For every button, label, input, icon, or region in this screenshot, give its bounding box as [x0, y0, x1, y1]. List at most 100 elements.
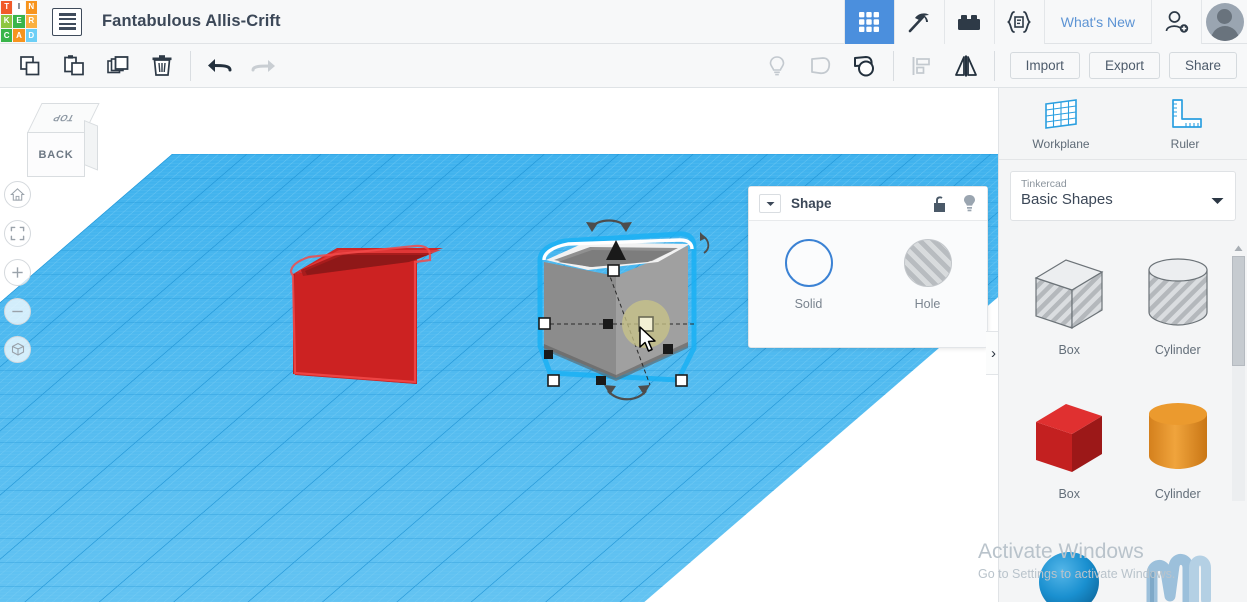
shape-label: Cylinder [1154, 343, 1201, 357]
scribble-glyph [1146, 554, 1211, 602]
logo-tile-r: R [25, 14, 37, 29]
shape-panel-title: Shape [791, 196, 832, 211]
chevron-down-icon[interactable] [759, 194, 781, 213]
paste-icon[interactable] [52, 44, 96, 88]
import-button[interactable]: Import [1009, 52, 1080, 79]
workplane-tool[interactable]: Workplane [999, 88, 1123, 159]
avatar-container[interactable] [1201, 0, 1247, 44]
zoom-out-icon[interactable] [4, 298, 31, 325]
add-person-icon[interactable] [1151, 0, 1201, 44]
workplane-label: Workplane [1032, 137, 1090, 151]
logo-tile-d: D [25, 29, 37, 43]
mirror-icon[interactable] [944, 44, 988, 88]
mirror-glyph [954, 55, 977, 76]
undo-icon[interactable] [197, 44, 241, 88]
group-icon[interactable] [799, 44, 843, 88]
tinkercad-app: T I N K E R C A D Fantabulous Allis-Crif… [0, 0, 1247, 602]
shape-library-select[interactable]: Tinkercad Basic Shapes [1010, 171, 1236, 221]
view-cube-front-label: BACK [38, 148, 74, 161]
lightbulb-icon[interactable] [962, 194, 977, 213]
ruler-tool[interactable]: Ruler [1123, 88, 1247, 159]
shape-box-hole[interactable]: Box [1015, 244, 1124, 372]
whats-new-link[interactable]: What's New [1043, 0, 1151, 44]
plus-glyph [12, 267, 23, 278]
paste-glyph [64, 54, 84, 75]
logo-tile-a: A [13, 29, 25, 43]
view-cube-top-label: TOP [50, 113, 76, 123]
selection-gizmo[interactable] [520, 213, 730, 408]
hole-label: Hole [914, 297, 941, 311]
ungroup-icon[interactable] [843, 44, 887, 88]
lightbulb-glyph [769, 55, 784, 75]
toolbar-divider [190, 50, 191, 81]
orthographic-toggle-icon[interactable] [4, 336, 31, 363]
lego-brick-icon[interactable] [943, 0, 994, 44]
toolbar-divider-2 [892, 50, 894, 81]
shape-label: Cylinder [1154, 487, 1201, 501]
shape-sphere[interactable]: Sphere [1015, 532, 1124, 602]
box-hatched-thumb [1015, 252, 1124, 336]
view-cube[interactable]: TOP BACK [20, 103, 100, 178]
chevron-down-glyph [1211, 198, 1224, 204]
shape-cylinder-orange[interactable]: Cylinder [1124, 388, 1233, 516]
shape-properties-panel: Shape Solid Hole [748, 186, 988, 348]
solid-swatch [784, 239, 833, 287]
duplicate-icon[interactable] [96, 44, 140, 88]
scroll-up-arrow-icon[interactable] [1232, 242, 1245, 254]
hole-option[interactable]: Hole [883, 239, 973, 311]
minus-glyph [12, 310, 23, 313]
pickaxe-icon[interactable] [893, 0, 944, 44]
copy-glyph [20, 55, 40, 75]
shape-label: Box [1058, 343, 1081, 357]
lego-brick-glyph [958, 14, 981, 30]
view-cube-side-face[interactable] [84, 120, 98, 171]
scrollbar-thumb[interactable] [1232, 256, 1245, 366]
cylinder-orange-thumb [1124, 396, 1233, 480]
box-red-glyph [1036, 404, 1103, 472]
lightbulb-icon[interactable] [755, 44, 799, 88]
duplicate-glyph [107, 55, 129, 73]
redo-glyph [251, 59, 275, 72]
workplane-grid-icon [1045, 99, 1077, 129]
sidebar-tools: Workplane Ruler [999, 88, 1247, 160]
align-icon[interactable] [900, 44, 944, 88]
ruler-icon [1172, 99, 1202, 128]
fit-view-glyph [10, 226, 25, 241]
unlock-icon[interactable] [932, 195, 948, 213]
share-button[interactable]: Share [1168, 52, 1237, 79]
delete-icon[interactable] [140, 44, 184, 88]
shapes-grid: Box Cylinder Box Cylinder [999, 236, 1247, 602]
list-menu-icon[interactable] [52, 7, 82, 36]
tinkercad-logo[interactable]: T I N K E R C A D [0, 0, 38, 44]
shape-cylinder-hole[interactable]: Cylinder [1124, 244, 1233, 372]
app-header: T I N K E R C A D Fantabulous Allis-Crif… [0, 0, 1247, 44]
grid-apps-icon[interactable] [843, 0, 894, 44]
export-button[interactable]: Export [1088, 52, 1160, 79]
fit-to-view-icon[interactable] [4, 220, 31, 247]
shape-box-red[interactable]: Box [1015, 388, 1124, 516]
home-view-icon[interactable] [4, 181, 31, 208]
view-cube-front-face[interactable]: BACK [27, 132, 85, 177]
toolbar-divider-3 [993, 50, 995, 81]
scribble-thumb [1124, 540, 1233, 602]
3d-viewport[interactable]: TOP BACK Shape Solid Hole [0, 88, 998, 602]
chevron-down-glyph [766, 201, 774, 206]
header-actions: What's New [843, 0, 1247, 44]
logo-tile-c: C [1, 29, 13, 43]
shapes-scrollbar[interactable] [1232, 242, 1245, 542]
chevron-down-icon[interactable] [1211, 192, 1224, 210]
avatar [1205, 2, 1244, 41]
shape-scribble[interactable]: Scribble [1124, 532, 1233, 602]
zoom-in-icon[interactable] [4, 259, 31, 286]
solid-option[interactable]: Solid [764, 239, 854, 311]
copy-icon[interactable] [8, 44, 52, 88]
logo-tile-e: E [13, 14, 25, 29]
ortho-glyph [11, 342, 24, 356]
page-title: Fantabulous Allis-Crift [102, 12, 281, 30]
codeblocks-icon[interactable] [993, 0, 1044, 44]
shapes-scroll-area[interactable]: Box Cylinder Box Cylinder [999, 236, 1247, 602]
redo-icon[interactable] [241, 44, 285, 88]
cylinder-orange-glyph [1148, 403, 1207, 469]
logo-tile-k: K [1, 14, 13, 29]
red-box-object[interactable] [275, 236, 445, 396]
